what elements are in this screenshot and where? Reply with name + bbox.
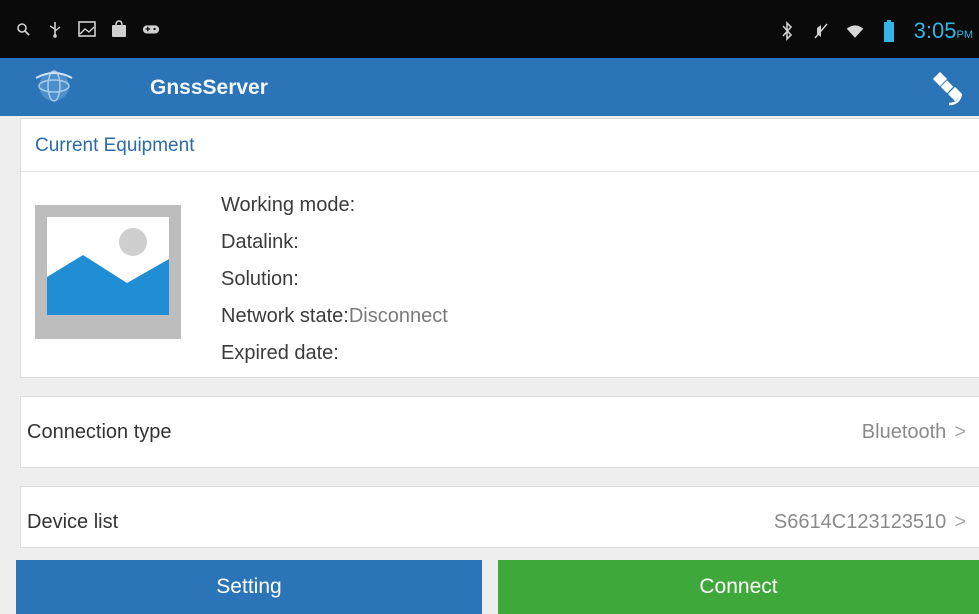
shop-icon [110,20,128,38]
chevron-right-icon: > [954,421,966,443]
gamepad-icon [142,20,160,38]
connection-type-label: Connection type [27,421,172,443]
wifi-icon [846,22,864,40]
status-bar-system: 3:05PM [778,18,973,44]
network-state-row: Network state:Disconnect [221,298,448,335]
status-ampm: PM [956,29,974,41]
chevron-right-icon: > [954,511,966,533]
working-mode-row: Working mode: [221,187,448,224]
field-label: Network state: [221,305,349,327]
app-bar: GnssServer [0,58,979,116]
device-list-label: Device list [27,511,119,533]
battery-icon [880,20,898,42]
current-equipment-title: Current Equipment [35,135,195,156]
connection-type-value-wrap: Bluetooth > [862,421,966,444]
mute-icon [812,22,830,40]
satellite-icon[interactable] [925,66,969,110]
datalink-row: Datalink: [221,224,448,261]
field-label: Datalink: [221,231,299,253]
image-icon [78,20,96,38]
app-title: GnssServer [150,76,268,99]
search-icon [14,20,32,38]
device-list-row[interactable]: Device list S6614C123123510 > [20,486,979,548]
solution-row: Solution: [221,261,448,298]
expired-date-row: Expired date: [221,335,448,372]
field-label: Solution: [221,268,299,290]
connect-button[interactable]: Connect [498,560,979,614]
status-bar-notifications [14,20,160,38]
device-list-value-wrap: S6614C123123510 > [774,511,966,534]
current-equipment-card: Current Equipment Working mode: Datalink… [20,118,979,378]
connection-type-row[interactable]: Connection type Bluetooth > [20,396,979,468]
usb-icon [46,20,64,38]
device-list-value: S6614C123123510 [773,511,947,533]
current-equipment-header: Current Equipment [21,119,979,172]
field-value: Disconnect [348,305,448,327]
equipment-info: Working mode: Datalink: Solution: Networ… [221,187,448,372]
bluetooth-icon [778,21,796,41]
status-time: 3:05PM [913,18,974,43]
setting-button[interactable]: Setting [16,560,482,614]
status-bar: 3:05PM [0,0,979,58]
globe-logo-icon[interactable] [32,66,76,106]
field-label: Expired date: [221,342,339,364]
connection-type-value: Bluetooth [861,421,947,443]
field-label: Working mode: [221,194,356,216]
image-placeholder-icon [35,205,181,339]
